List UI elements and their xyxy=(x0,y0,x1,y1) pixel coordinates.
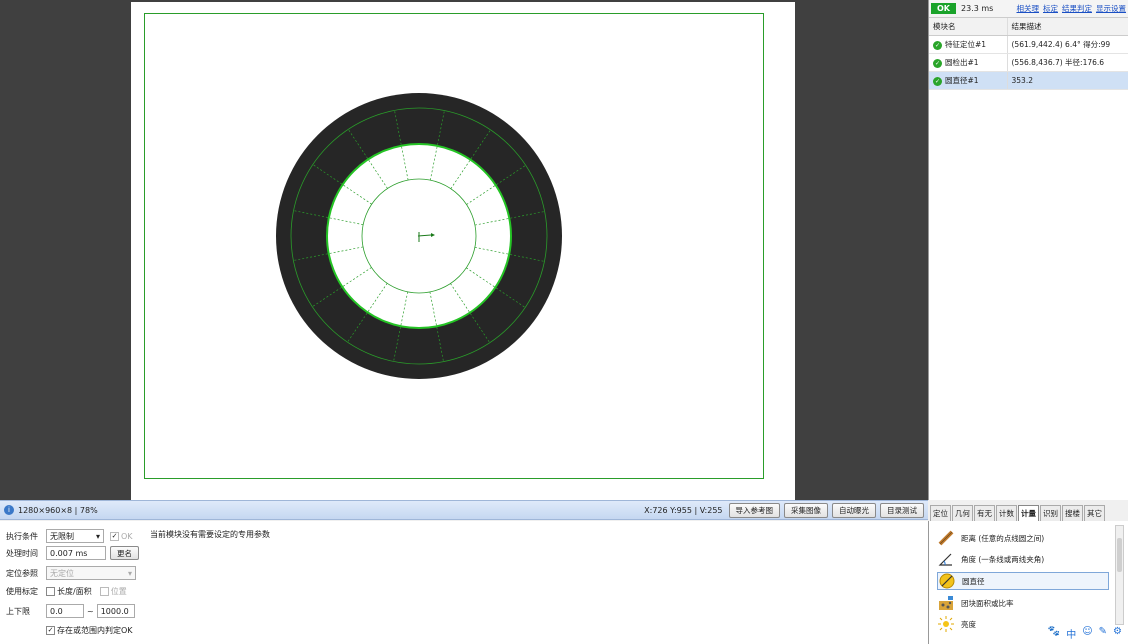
image-info: 1280×960×8 | 78% xyxy=(18,505,98,515)
tool-label: 圆直径 xyxy=(962,576,985,586)
row-name: 圆直径#1 xyxy=(945,76,979,85)
tab-search[interactable]: 搜楼 xyxy=(1062,505,1083,521)
tool-label: 距离 (任意的点线圆之间) xyxy=(961,533,1045,543)
tab-locate[interactable]: 定位 xyxy=(930,505,951,521)
directory-test-button[interactable]: 目录测试 xyxy=(880,502,924,518)
cursor-coords: X:726 Y:955 | V:255 xyxy=(644,505,723,515)
results-table: 模块名 结果描述 ✓ 特征定位#1 (561.9,442.4) 6.4° 得分:9… xyxy=(929,18,1128,90)
result-topbar: OK 23.3 ms 相关理 标定 结果判定 显示设置 xyxy=(929,0,1128,18)
elapsed-time: 23.3 ms xyxy=(961,4,994,13)
info-icon: i xyxy=(4,505,14,515)
smiley-icon[interactable]: ☺ xyxy=(1082,626,1092,641)
process-time-row: 处理时间 0.007 ms 更名 xyxy=(6,546,143,560)
process-time-field[interactable]: 0.007 ms xyxy=(46,546,106,560)
system-tray: 🐾 中 ☺ ✎ ⚙ xyxy=(1048,626,1122,641)
ruler-icon xyxy=(937,529,955,547)
tool-list: 距离 (任意的点线圆之间) 角度 (一条线或两线夹角) 圆直径 团块面积或比率 … xyxy=(928,521,1128,644)
locate-reference-value: 无定位 xyxy=(50,568,74,578)
position-checkbox[interactable] xyxy=(99,587,109,596)
ok-checkbox-label: OK xyxy=(121,531,133,541)
tool-blob-area[interactable]: 团块面积或比率 xyxy=(937,594,1109,612)
angle-icon xyxy=(937,550,955,568)
tool-circle-diameter[interactable]: 圆直径 xyxy=(937,572,1109,590)
exec-condition-value: 无限制 xyxy=(50,531,74,541)
use-calibration-label: 使用标定 xyxy=(6,587,38,596)
col-module-name: 模块名 xyxy=(929,18,1008,36)
length-area-label: 长度/面积 xyxy=(57,587,92,596)
row-name: 特征定位#1 xyxy=(945,40,987,49)
blob-area-icon xyxy=(937,594,955,612)
check-icon: ✓ xyxy=(933,40,942,50)
tool-tabs: 定位 几何 有无 计数 计量 识别 搜楼 其它 xyxy=(928,505,1128,521)
ok-checkbox[interactable]: ✓ xyxy=(110,531,119,541)
circle-diameter-icon xyxy=(938,572,956,590)
gear-icon[interactable]: ⚙ xyxy=(1113,626,1122,641)
link-display-settings[interactable]: 显示设置 xyxy=(1096,3,1126,14)
chevron-down-icon: ▾ xyxy=(95,531,100,541)
link-result-judge[interactable]: 结果判定 xyxy=(1062,3,1092,14)
link-calibration[interactable]: 标定 xyxy=(1043,3,1058,14)
check-icon: ✓ xyxy=(933,58,942,68)
col-result-desc: 结果描述 xyxy=(1007,18,1128,36)
auto-exposure-button[interactable]: 自动曝光 xyxy=(832,502,876,518)
locate-reference-select[interactable]: 无定位 ▾ xyxy=(46,566,136,580)
exec-condition-row: 执行条件 无限制 ▾ ✓ OK xyxy=(6,529,133,543)
tab-other[interactable]: 其它 xyxy=(1084,505,1105,521)
length-area-checkbox[interactable] xyxy=(46,587,55,596)
exec-condition-label: 执行条件 xyxy=(6,531,38,541)
tab-geometry[interactable]: 几何 xyxy=(952,505,973,521)
tool-distance[interactable]: 距离 (任意的点线圆之间) xyxy=(937,529,1109,547)
row-desc: (556.8,436.7) 半径:176.6 xyxy=(1007,53,1128,72)
range-ok-label: 存在或范围内判定OK xyxy=(57,626,133,635)
use-calibration-row: 使用标定 长度/面积 位置 xyxy=(6,586,127,597)
row-desc: (561.9,442.4) 6.4° 得分:99 xyxy=(1007,35,1128,54)
tool-label: 团块面积或比率 xyxy=(961,598,1014,608)
position-label: 位置 xyxy=(110,587,127,596)
link-related[interactable]: 相关理 xyxy=(1017,3,1040,14)
tab-measure[interactable]: 计量 xyxy=(1018,505,1039,521)
module-note-text: 当前模块没有需要设定的专用参数 xyxy=(150,530,270,539)
results-panel: OK 23.3 ms 相关理 标定 结果判定 显示设置 模块名 结果描述 ✓ 特征… xyxy=(928,0,1128,500)
module-note: 当前模块没有需要设定的专用参数 xyxy=(150,529,270,540)
import-reference-button[interactable]: 导入参考图 xyxy=(728,502,780,518)
lower-limit-field[interactable]: 0.0 xyxy=(46,604,84,618)
pen-icon[interactable]: ✎ xyxy=(1099,626,1107,641)
ok-badge: OK xyxy=(931,3,956,14)
row-desc: 353.2 xyxy=(1007,71,1128,90)
tool-label: 亮度 xyxy=(961,619,976,629)
check-icon: ✓ xyxy=(933,76,942,86)
upper-limit-field[interactable]: 1000.0 xyxy=(96,604,135,618)
brightness-icon xyxy=(937,615,955,633)
rename-button[interactable]: 更名 xyxy=(110,546,139,560)
range-ok-checkbox[interactable]: ✓ xyxy=(46,626,55,635)
locate-reference-row: 定位参照 无定位 ▾ xyxy=(6,566,136,580)
scroll-thumb[interactable] xyxy=(1117,538,1122,572)
table-row[interactable]: ✓ 圆直径#1 353.2 xyxy=(929,71,1128,90)
paw-icon[interactable]: 🐾 xyxy=(1048,626,1060,641)
capture-image-button[interactable]: 采集图像 xyxy=(784,502,828,518)
image-viewer[interactable] xyxy=(0,0,928,500)
exec-condition-select[interactable]: 无限制 ▾ xyxy=(46,529,104,543)
parameter-panel: 执行条件 无限制 ▾ ✓ OK 处理时间 0.007 ms 更名 定位参照 无定… xyxy=(0,521,928,644)
status-bar: i 1280×960×8 | 78% X:726 Y:955 | V:255 导… xyxy=(0,500,928,520)
tab-identify[interactable]: 识别 xyxy=(1040,505,1061,521)
tool-list-scrollbar[interactable] xyxy=(1115,525,1124,625)
process-time-label: 处理时间 xyxy=(6,548,38,558)
chevron-down-icon: ▾ xyxy=(127,568,132,578)
tool-label: 角度 (一条线或两线夹角) xyxy=(961,554,1045,564)
roi-rectangle[interactable] xyxy=(144,13,764,479)
limits-row: 上下限 0.0 ~ 1000.0 xyxy=(6,604,135,618)
table-row[interactable]: ✓ 特征定位#1 (561.9,442.4) 6.4° 得分:99 xyxy=(929,35,1128,54)
limits-separator: ~ xyxy=(87,606,94,616)
tab-presence[interactable]: 有无 xyxy=(974,505,995,521)
row-name: 圆检出#1 xyxy=(945,58,979,67)
locate-reference-label: 定位参照 xyxy=(6,568,38,578)
limits-label: 上下限 xyxy=(6,606,30,616)
chinese-input-icon[interactable]: 中 xyxy=(1066,626,1076,641)
tab-count[interactable]: 计数 xyxy=(996,505,1017,521)
table-row[interactable]: ✓ 圆检出#1 (556.8,436.7) 半径:176.6 xyxy=(929,53,1128,72)
tool-angle[interactable]: 角度 (一条线或两线夹角) xyxy=(937,550,1109,568)
range-ok-row: ✓ 存在或范围内判定OK xyxy=(46,625,133,636)
